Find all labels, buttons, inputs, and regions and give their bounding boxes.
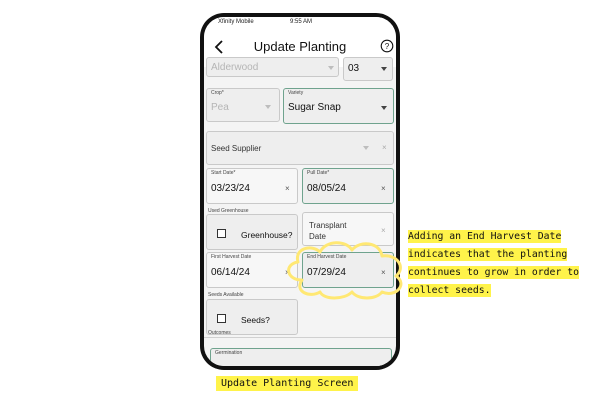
clear-icon[interactable]: × [381,184,386,193]
bed-value: 03 [348,63,360,74]
chevron-down-icon [328,66,334,70]
status-bar: Xfinity Mobile 9:55 AM [204,17,396,29]
pull-date-value: 08/05/24 [307,183,346,194]
clear-icon[interactable]: × [285,184,290,193]
crop-select[interactable]: Crop* Pea [206,88,280,122]
seeds-available-label: Seeds Available [208,292,244,298]
seeds-checkbox[interactable] [217,314,226,323]
first-harvest-date-value: 06/14/24 [211,267,250,278]
clear-icon[interactable]: × [381,226,386,235]
seed-supplier-select[interactable]: Seed Supplier × [206,131,394,165]
page-title: Update Planting [253,39,347,54]
seed-supplier-placeholder: Seed Supplier [211,144,262,153]
app-screen: Xfinity Mobile 9:55 AM Update Planting ?… [204,17,396,366]
greenhouse-checkbox[interactable] [217,229,226,238]
location-select[interactable]: Alderwood [206,57,339,77]
help-circle-icon[interactable]: ? [380,39,394,53]
variety-select[interactable]: Variety Sugar Snap [283,88,394,124]
crop-label: Crop* [211,90,224,96]
seeds-checkbox-label: Seeds? [241,315,270,325]
variety-value: Sugar Snap [288,102,341,113]
status-carrier: Xfinity Mobile [218,19,254,25]
start-date-field[interactable]: Start Date* 03/23/24 × [206,168,298,204]
germination-label: Germination [215,350,243,356]
bed-select[interactable]: 03 [343,57,393,81]
callout-text: Adding an End Harvest Date indicates tha… [408,230,580,297]
start-date-label: Start Date* [211,170,236,176]
cloud-highlight [287,241,403,300]
location-value: Alderwood [211,62,259,73]
chevron-down-icon [265,105,271,109]
section-divider [204,337,396,338]
pull-date-field[interactable]: Pull Date* 08/05/24 × [302,168,394,204]
phone-frame: Xfinity Mobile 9:55 AM Update Planting ?… [200,13,400,370]
chevron-down-icon [381,106,387,110]
start-date-value: 03/23/24 [211,183,250,194]
screen-caption: Update Planting Screen [216,376,359,391]
annotation-callout: Adding an End Harvest Date indicates tha… [408,228,588,300]
svg-text:?: ? [385,42,390,51]
pull-date-label: Pull Date* [307,170,330,176]
outcomes-label: Outcomes [208,330,231,336]
crop-value: Pea [211,102,229,113]
chevron-down-icon [381,67,387,71]
chevron-down-icon [363,146,369,150]
variety-label: Variety [288,90,304,96]
germination-field[interactable]: Germination [210,348,392,366]
first-harvest-date-label: First Harvest Date [211,254,252,260]
clear-icon[interactable]: × [382,143,387,152]
status-time: 9:55 AM [290,19,313,25]
